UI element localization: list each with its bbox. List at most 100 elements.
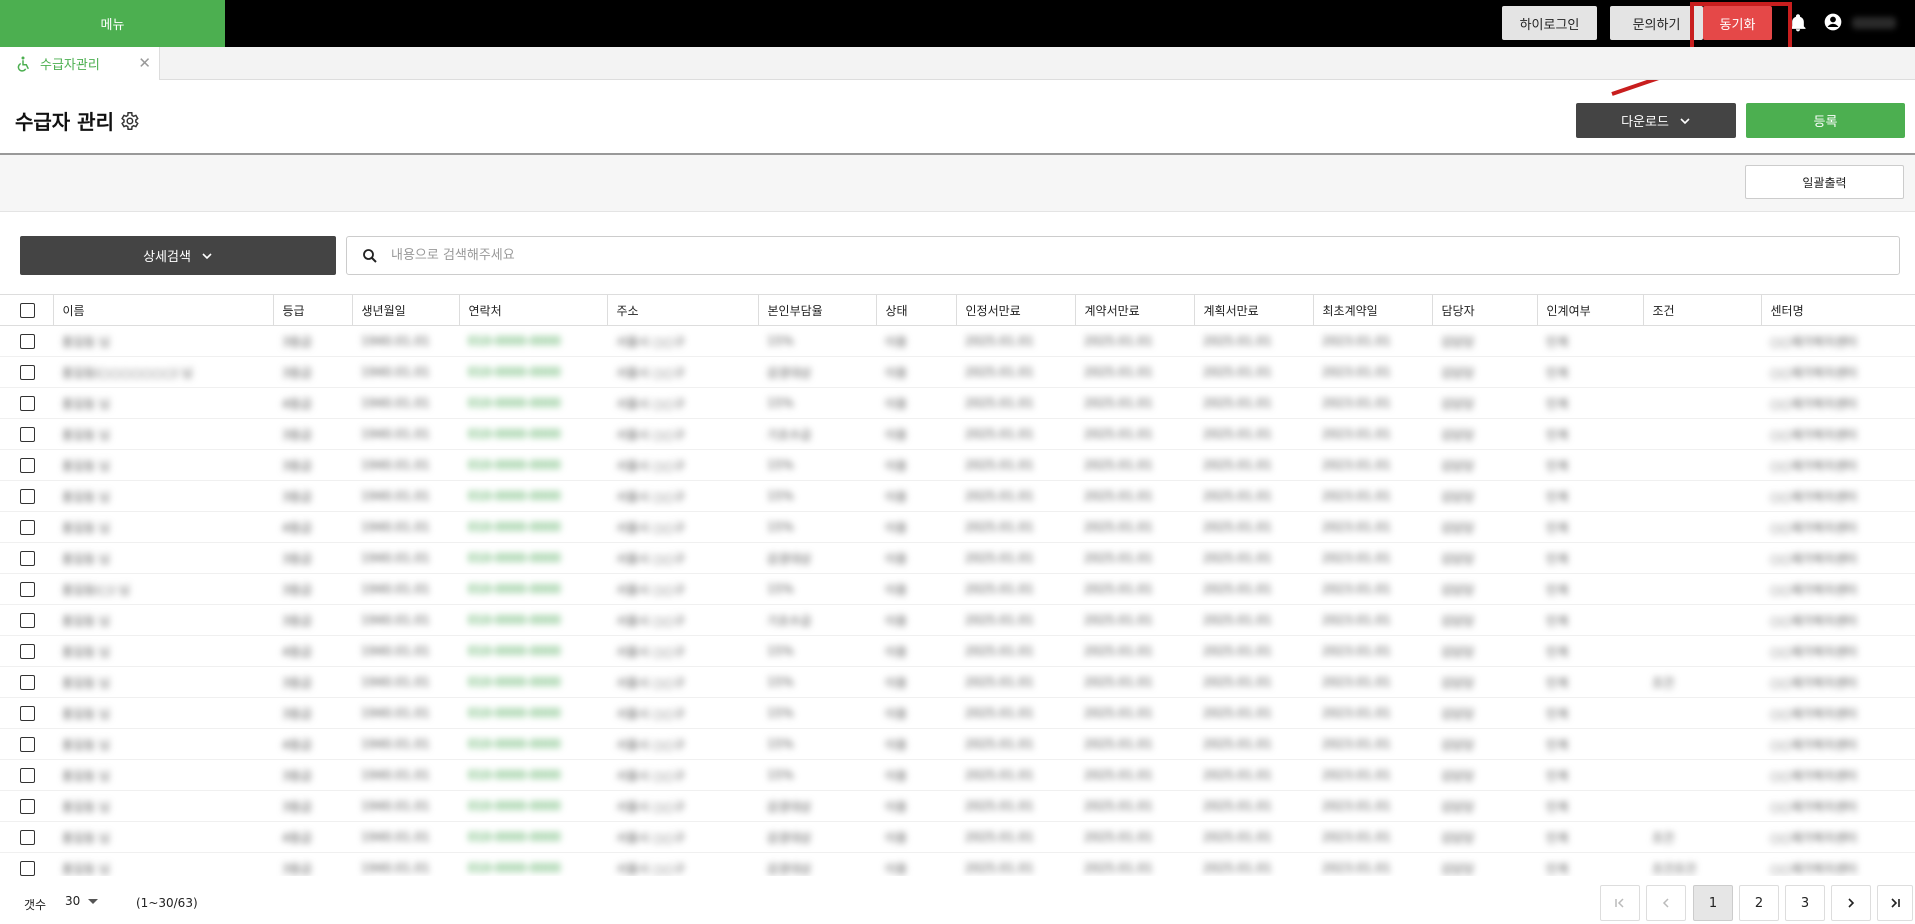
row-checkbox[interactable] [20,798,35,814]
select-all-checkbox-cell[interactable] [0,294,54,326]
table-row[interactable]: 홍길동 님 3등급 1940.01.01 010-0000-0000 서울시 ○○구 15… [0,325,1915,357]
row-checkbox-cell[interactable] [0,635,53,667]
bulk-print-button[interactable]: 일괄출력 [1745,165,1904,199]
account-icon[interactable] [1823,12,1843,32]
table-row[interactable]: 홍길동 님 4등급 1940.01.01 010-0000-0000 서울시 ○○구 감경… [0,821,1915,853]
table-cell [1643,604,1761,636]
register-button[interactable]: 등록 [1746,103,1905,138]
cell-value-redacted: 이용 [885,830,908,845]
column-header[interactable]: 등급 [273,294,353,326]
last-page-button[interactable] [1877,885,1913,921]
row-checkbox-cell[interactable] [0,511,53,543]
row-checkbox[interactable] [20,457,35,473]
page-button-1[interactable]: 1 [1693,885,1733,921]
search-input[interactable] [391,248,1791,263]
row-checkbox-cell[interactable] [0,821,53,853]
row-checkbox-cell[interactable] [0,573,53,605]
row-checkbox-cell[interactable] [0,728,53,760]
row-checkbox[interactable] [20,767,35,783]
row-checkbox[interactable] [20,488,35,504]
prev-page-button[interactable] [1646,885,1686,921]
table-row[interactable]: 홍길동(○○○○○○○) 님 3등급 1940.01.01 010-0000-0000… [0,356,1915,388]
column-header[interactable]: 인정서만료 [956,294,1076,326]
row-checkbox[interactable] [20,643,35,659]
row-checkbox[interactable] [20,333,35,349]
row-checkbox[interactable] [20,550,35,566]
table-row[interactable]: 홍길동 님 3등급 1940.01.01 010-0000-0000 서울시 ○○구 15… [0,480,1915,512]
table-row[interactable]: 홍길동 님 4등급 1940.01.01 010-0000-0000 서울시 ○○구 15… [0,387,1915,419]
row-checkbox[interactable] [20,829,35,845]
column-header[interactable]: 계획서만료 [1194,294,1314,326]
row-checkbox[interactable] [20,364,35,380]
table-cell: 2025.01.01 [1075,697,1194,729]
row-checkbox[interactable] [20,519,35,535]
column-header[interactable]: 생년월일 [352,294,460,326]
column-header[interactable]: 담당자 [1432,294,1538,326]
row-checkbox-cell[interactable] [0,790,53,822]
table-cell: 3등급 [273,697,352,729]
detail-search-button[interactable]: 상세검색 [20,236,336,275]
column-header[interactable]: 상태 [876,294,957,326]
row-checkbox-cell[interactable] [0,418,53,450]
table-cell: 김담당 [1432,573,1537,605]
row-checkbox-cell[interactable] [0,542,53,574]
row-checkbox-cell[interactable] [0,449,53,481]
table-row[interactable]: 홍길동 님 4등급 1940.01.01 010-0000-0000 서울시 ○○구 15… [0,728,1915,760]
table-row[interactable]: 홍길동 님 4등급 1940.01.01 010-0000-0000 서울시 ○○구 15… [0,635,1915,667]
row-checkbox[interactable] [20,705,35,721]
row-checkbox[interactable] [20,736,35,752]
row-checkbox-cell[interactable] [0,604,53,636]
menu-button[interactable]: 메뉴 [0,0,225,47]
row-checkbox[interactable] [20,674,35,690]
table-row[interactable]: 홍길동 님 3등급 1940.01.01 010-0000-0000 서울시 ○○구 15… [0,759,1915,791]
first-page-button[interactable] [1600,885,1640,921]
row-checkbox-cell[interactable] [0,666,53,698]
download-button[interactable]: 다운로드 [1576,103,1736,138]
column-header[interactable]: 계약서만료 [1075,294,1195,326]
column-header[interactable]: 이름 [53,294,274,326]
table-row[interactable]: 홍길동 님 4등급 1940.01.01 010-0000-0000 서울시 ○○구 15… [0,511,1915,543]
table-row[interactable]: 홍길동 님 3등급 1940.01.01 010-0000-0000 서울시 ○○구 감경… [0,790,1915,822]
row-checkbox[interactable] [20,581,35,597]
column-header[interactable]: 조건 [1643,294,1762,326]
row-checkbox-cell[interactable] [0,387,53,419]
table-row[interactable]: 홍길동 님 3등급 1940.01.01 010-0000-0000 서울시 ○○구 기초… [0,604,1915,636]
row-checkbox[interactable] [20,395,35,411]
page-button-3[interactable]: 3 [1785,885,1825,921]
row-checkbox-cell[interactable] [0,852,53,876]
table-row[interactable]: 홍길동 님 3등급 1940.01.01 010-0000-0000 서울시 ○○구 감경… [0,542,1915,574]
column-header[interactable]: 인계여부 [1537,294,1644,326]
table-row[interactable]: 홍길동 님 3등급 1940.01.01 010-0000-0000 서울시 ○○구 15… [0,449,1915,481]
page-size-select[interactable]: 30 [65,894,99,908]
next-page-button[interactable] [1831,885,1871,921]
column-header[interactable]: 본인부담율 [758,294,877,326]
table-cell: 2025.01.01 [1075,759,1194,791]
row-checkbox[interactable] [20,860,35,876]
table-row[interactable]: 홍길동 님 3등급 1940.01.01 010-0000-0000 서울시 ○○구 15… [0,697,1915,729]
page-header: 수급자 관리 [15,106,140,135]
table-cell: 홍길동 님 [53,325,273,357]
table-row[interactable]: 홍길동 님 3등급 1940.01.01 010-0000-0000 서울시 ○○구 15… [0,666,1915,698]
row-checkbox-cell[interactable] [0,325,53,357]
column-header[interactable]: 최초계약일 [1313,294,1433,326]
close-icon[interactable]: ✕ [138,54,151,72]
row-checkbox-cell[interactable] [0,697,53,729]
cell-value-redacted: 1940.01.01 [361,799,430,813]
row-checkbox-cell[interactable] [0,759,53,791]
row-checkbox[interactable] [20,612,35,628]
table-cell: 010-0000-0000 [459,852,607,876]
select-all-checkbox[interactable] [20,302,35,318]
row-checkbox-cell[interactable] [0,480,53,512]
gear-icon[interactable] [118,110,140,132]
page-button-2[interactable]: 2 [1739,885,1779,921]
table-row[interactable]: 홍길동(○) 님 3등급 1940.01.01 010-0000-0000 서울시 ○○… [0,573,1915,605]
tab-recipient-management[interactable]: 수급자관리 ✕ [0,47,160,80]
column-header[interactable]: 센터명 [1761,294,1915,326]
row-checkbox-cell[interactable] [0,356,53,388]
table-row[interactable]: 홍길동 님 3등급 1940.01.01 010-0000-0000 서울시 ○○구 기초… [0,418,1915,450]
column-header[interactable]: 연락처 [459,294,608,326]
row-checkbox[interactable] [20,426,35,442]
column-header[interactable]: 주소 [607,294,759,326]
remote-login-button[interactable]: 하이로그인 [1502,6,1597,40]
table-row[interactable]: 홍길동 님 3등급 1940.01.01 010-0000-0000 서울시 ○○구 감경… [0,852,1915,876]
